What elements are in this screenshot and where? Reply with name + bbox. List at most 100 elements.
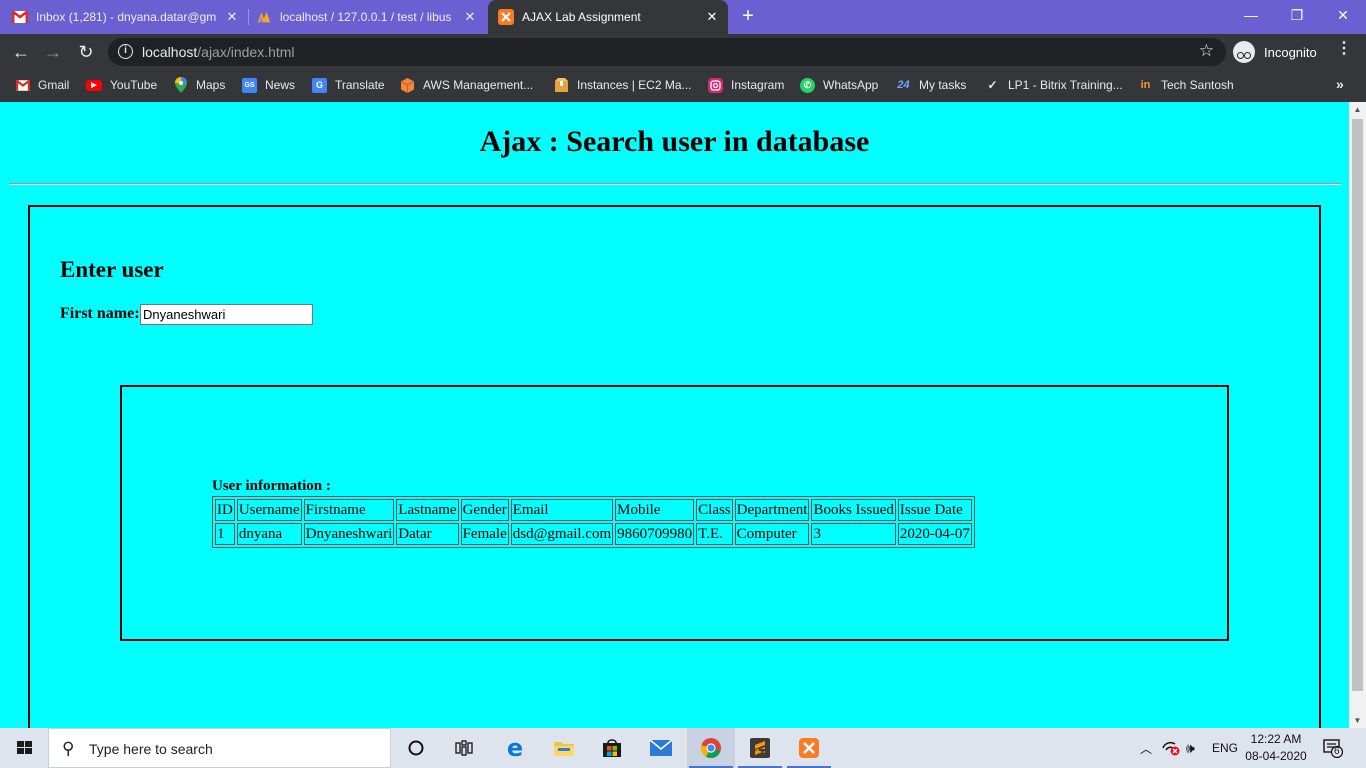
whatsapp-icon: ✆ <box>800 77 815 93</box>
close-tab-icon[interactable]: ✕ <box>704 9 720 25</box>
chrome-icon[interactable] <box>687 728 735 768</box>
browser-toolbar: ← → ↻ i localhost/ajax/index.html ☆ Inco… <box>0 34 1366 69</box>
scrollbar-thumb[interactable] <box>1352 119 1363 691</box>
tab-title: AJAX Lab Assignment <box>522 10 641 24</box>
file-explorer-icon[interactable] <box>540 728 588 768</box>
close-tab-icon[interactable]: ✕ <box>224 9 240 25</box>
site-info-icon[interactable]: i <box>118 44 133 59</box>
close-window-button[interactable]: ✕ <box>1320 0 1366 30</box>
url-host: localhost <box>142 44 198 60</box>
tab-gmail[interactable]: Inbox (1,281) - dnyana.datar@gm ✕ <box>12 0 248 34</box>
show-hidden-icons[interactable]: ︿ <box>1140 728 1152 768</box>
action-center-icon[interactable]: 6 <box>1323 738 1344 759</box>
ec2-icon <box>554 77 569 93</box>
reload-icon[interactable]: ↻ <box>73 39 99 65</box>
table-cell: dnyana <box>236 523 302 545</box>
volume-icon[interactable]: 🕪 <box>1186 728 1195 768</box>
clock-date: 08-04-2020 <box>1245 749 1307 763</box>
network-icon[interactable] <box>1161 728 1181 768</box>
incognito-icon <box>1233 41 1255 63</box>
translate-icon: G <box>312 77 327 93</box>
bookmark-youtube[interactable]: ▶ YouTube <box>86 76 157 94</box>
header-cell: Issue Date <box>897 499 972 521</box>
horizontal-rule <box>9 183 1341 185</box>
search-icon: ⚲ <box>62 739 75 758</box>
table-cell: T.E. <box>696 523 733 545</box>
table-cell: Dnyaneshwari <box>303 523 395 545</box>
bookmark-aws[interactable]: AWS Management... <box>400 76 533 94</box>
bookmark-gmail[interactable]: Gmail <box>15 76 69 94</box>
mail-icon[interactable] <box>637 728 685 768</box>
bookmark-translate[interactable]: G Translate <box>312 76 385 94</box>
scroll-down-icon[interactable]: ▼ <box>1349 713 1366 728</box>
back-arrow-icon[interactable]: ← <box>8 39 34 65</box>
bookmark-label: WhatsApp <box>823 78 879 92</box>
bookmark-tech-santosh[interactable]: in Tech Santosh <box>1138 76 1234 94</box>
forward-arrow-icon[interactable]: → <box>40 39 66 65</box>
bookmark-star-icon[interactable]: ☆ <box>1199 41 1214 61</box>
table-cell: Datar <box>396 523 459 545</box>
table-row: 1 dnyana Dnyaneshwari Datar Female dsd@g… <box>215 523 972 545</box>
tab-title: Inbox (1,281) - dnyana.datar@gm <box>36 10 217 24</box>
browser-menu-icon[interactable]: ⋮ <box>1336 38 1352 58</box>
bookmark-whatsapp[interactable]: ✆ WhatsApp <box>800 76 878 94</box>
gmail-icon <box>15 78 30 93</box>
table-cell: Female <box>460 523 509 545</box>
sublime-text-icon[interactable] <box>736 728 784 768</box>
tab-phpmyadmin[interactable]: localhost / 127.0.0.1 / test / libus ✕ <box>256 0 486 34</box>
windows-icon <box>17 741 32 755</box>
taskbar-search-box[interactable]: ⚲ Type here to search <box>48 728 391 768</box>
start-button[interactable] <box>0 728 48 768</box>
tasks-icon: 24 <box>897 79 910 91</box>
tab-ajax-lab[interactable]: AJAX Lab Assignment ✕ <box>488 0 728 34</box>
header-cell: Lastname <box>396 499 459 521</box>
bookmark-news[interactable]: GS News <box>242 76 295 94</box>
task-view-icon[interactable] <box>440 728 488 768</box>
table-cell: 9860709980 <box>615 523 695 545</box>
header-cell: Username <box>236 499 302 521</box>
notification-count: 6 <box>1334 746 1340 757</box>
header-cell: Email <box>510 499 614 521</box>
page-content: Ajax : Search user in database Enter use… <box>0 102 1349 745</box>
form-heading: Enter user <box>60 257 164 282</box>
bookmark-ec2[interactable]: Instances | EC2 Ma... <box>554 76 692 94</box>
cortana-icon[interactable] <box>392 728 440 768</box>
bookmark-maps[interactable]: Maps <box>173 76 225 94</box>
scroll-up-icon[interactable]: ▲ <box>1349 102 1366 117</box>
address-bar[interactable]: i localhost/ajax/index.html ☆ <box>108 38 1226 66</box>
edge-icon[interactable]: e <box>491 728 539 768</box>
header-cell: Books Issued <box>811 499 896 521</box>
clock-time: 12:22 AM <box>1250 732 1302 746</box>
table-cell: Computer <box>734 523 810 545</box>
bookmark-bitrix[interactable]: ✓ LP1 - Bitrix Training... <box>985 76 1123 94</box>
tab-strip: Inbox (1,281) - dnyana.datar@gm ✕ localh… <box>0 0 1366 34</box>
bookmark-instagram[interactable]: Instagram <box>708 76 784 94</box>
bookmark-label: LP1 - Bitrix Training... <box>1008 78 1123 92</box>
xampp-icon[interactable] <box>785 728 833 768</box>
restore-button[interactable]: ❐ <box>1274 0 1320 30</box>
first-name-input[interactable] <box>140 304 313 325</box>
table-cell: dsd@gmail.com <box>510 523 614 545</box>
bitrix-icon: ✓ <box>987 78 998 92</box>
bookmark-label: Translate <box>335 78 385 92</box>
bookmark-label: News <box>265 78 296 92</box>
store-icon[interactable] <box>588 728 636 768</box>
clock[interactable]: 12:22 AM 08-04-2020 <box>1238 731 1314 765</box>
language-indicator[interactable]: ENG <box>1212 728 1238 768</box>
phpmyadmin-icon <box>256 9 272 25</box>
bookmark-label: YouTube <box>110 78 158 92</box>
aws-icon <box>400 77 415 93</box>
search-placeholder: Type here to search <box>89 741 213 757</box>
instagram-icon <box>708 77 723 93</box>
vertical-scrollbar[interactable]: ▲ ▼ <box>1349 102 1366 728</box>
first-name-label: First name: <box>60 305 140 322</box>
bookmark-label: Tech Santosh <box>1161 78 1234 92</box>
close-tab-icon[interactable]: ✕ <box>462 9 478 25</box>
minimize-button[interactable]: — <box>1228 0 1274 30</box>
incognito-indicator[interactable]: Incognito <box>1233 39 1317 65</box>
more-bookmarks-icon[interactable]: » <box>1336 76 1344 92</box>
table-cell: 3 <box>811 523 896 545</box>
new-tab-button[interactable]: + <box>737 6 759 28</box>
bookmark-my-tasks[interactable]: 24 My tasks <box>896 76 966 94</box>
table-cell: 1 <box>215 523 235 545</box>
